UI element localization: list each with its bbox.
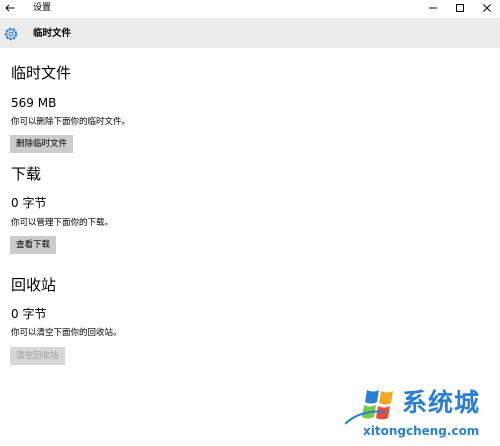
maximize-icon	[456, 4, 464, 12]
watermark-brand: 系统城	[402, 388, 481, 417]
delete-temp-files-button[interactable]: 删除临时文件	[10, 135, 74, 153]
watermark: 系统城 xitongcheng.com	[343, 388, 498, 444]
downloads-size: 0 字节	[11, 196, 47, 210]
gear-icon	[4, 27, 18, 41]
page-header	[0, 18, 500, 48]
downloads-heading: 下载	[11, 165, 42, 183]
temp-files-description: 你可以删除下面你的临时文件。	[11, 117, 131, 127]
page-title: 临时文件	[33, 28, 72, 39]
view-downloads-button[interactable]: 查看下载	[10, 236, 57, 254]
close-icon	[483, 4, 491, 12]
minimize-icon	[429, 7, 437, 9]
title-bar: 设置	[0, 0, 500, 16]
back-arrow-icon	[5, 4, 15, 12]
settings-home-button[interactable]	[2, 25, 20, 43]
downloads-description: 你可以管理下面你的下载。	[11, 218, 114, 228]
back-button[interactable]	[2, 0, 18, 16]
recycle-bin-heading: 回收站	[11, 276, 57, 294]
minimize-button[interactable]	[423, 0, 443, 16]
window-title: 设置	[33, 3, 52, 13]
watermark-domain: xitongcheng.com	[363, 424, 480, 438]
recycle-bin-description: 你可以清空下面你的回收站。	[11, 328, 122, 338]
empty-recycle-bin-button[interactable]: 清空回收站	[10, 347, 65, 365]
windows-logo-icon	[345, 390, 393, 425]
temp-files-heading: 临时文件	[11, 64, 72, 82]
temp-files-size: 569 MB	[11, 96, 57, 110]
maximize-button[interactable]	[450, 0, 470, 16]
recycle-bin-size: 0 字节	[11, 307, 47, 321]
close-button[interactable]	[477, 0, 497, 16]
